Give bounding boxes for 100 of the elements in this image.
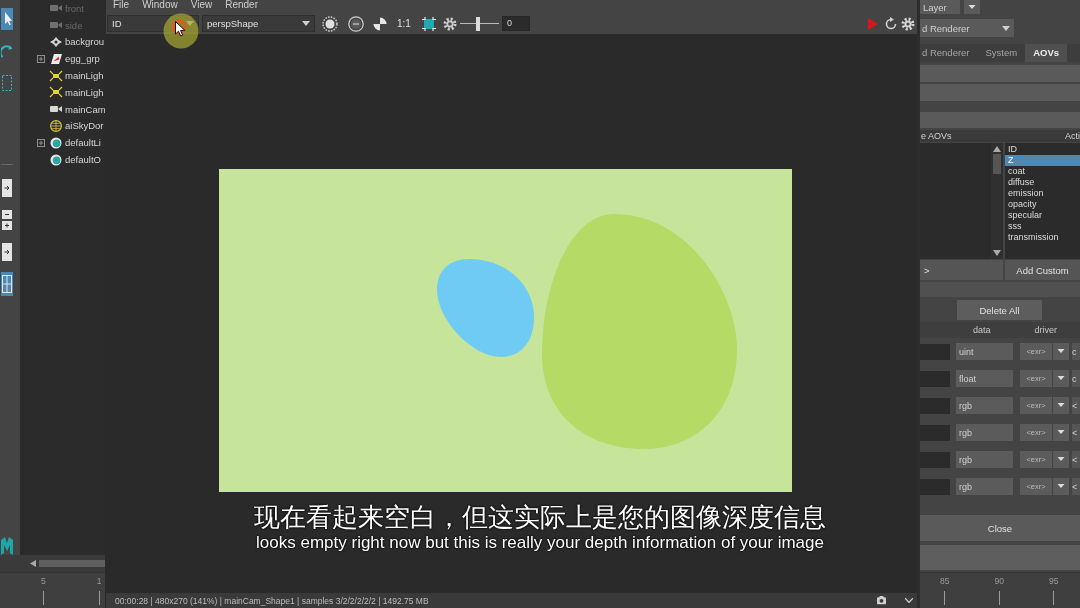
text-field[interactable] (920, 370, 950, 387)
sphere-icon (49, 136, 63, 149)
menu-item[interactable]: View (190, 0, 213, 13)
frame-number: 90 (994, 576, 1004, 587)
grid-layout-icon[interactable] (0, 272, 13, 296)
aov-list-item[interactable]: ID (1005, 144, 1080, 155)
tab[interactable]: System (977, 44, 1026, 62)
settings-icon[interactable] (901, 16, 915, 31)
caret-icon[interactable] (1002, 25, 1010, 31)
gear-icon[interactable] (442, 16, 457, 31)
scrollbar-thumb[interactable] (993, 154, 1001, 174)
column-header: Acti (1065, 130, 1080, 142)
arrow-tool-icon[interactable] (0, 8, 13, 30)
menu-item[interactable]: File (113, 0, 130, 13)
horizontal-scrollbar[interactable] (39, 560, 105, 567)
column-3-field[interactable]: < (1072, 424, 1080, 441)
frame-number: 1 (96, 576, 102, 587)
exposure-field[interactable]: 0 (501, 16, 530, 31)
caret-icon[interactable] (1053, 424, 1069, 441)
status-text: 00:00:28 | 480x270 (141%) | mainCam_Shape1 | samples 3/2/2/2/2/2 | 1492.75 MB (115, 595, 429, 606)
column-3-field[interactable]: < (1072, 451, 1080, 468)
cross-icon (49, 36, 63, 48)
camera-icon[interactable] (876, 596, 887, 605)
scroll-up-icon[interactable] (993, 146, 1001, 152)
close-button[interactable]: Close (920, 515, 1080, 541)
aov-list-item[interactable]: specular (1005, 210, 1080, 221)
logo-icon (0, 537, 13, 555)
data-field[interactable]: uint (956, 343, 1013, 360)
outliner-item[interactable]: egg_grp (20, 50, 105, 68)
tab[interactable]: d Renderer (920, 44, 978, 62)
column-3-field[interactable]: c (1072, 370, 1080, 387)
aov-list-item[interactable]: opacity (1005, 199, 1080, 210)
aov-list-item[interactable]: transmission (1005, 232, 1080, 243)
refresh-icon[interactable] (884, 16, 898, 31)
caret-icon[interactable] (1053, 343, 1069, 360)
aov-list-item[interactable]: sss (1005, 221, 1080, 232)
outliner-item[interactable]: aiSkyDor (20, 117, 105, 135)
zoom-ratio-button[interactable]: 1:1 (397, 18, 411, 29)
outliner-item[interactable]: mainLigh (20, 84, 105, 101)
add-custom-button[interactable]: Add Custom (1005, 260, 1080, 280)
caret-icon[interactable] (302, 21, 310, 26)
pane-layout-icon[interactable] (0, 240, 13, 264)
timeline[interactable]: 85 90 95 (920, 572, 1080, 608)
caret-icon[interactable] (1053, 451, 1069, 468)
light-icon (49, 69, 63, 82)
aov-list-item[interactable]: coat (1005, 166, 1080, 177)
text-field[interactable] (920, 343, 950, 360)
expand-icon[interactable] (37, 138, 45, 147)
column-3-field[interactable]: c (1072, 343, 1080, 360)
aov-list-item[interactable]: diffuse (1005, 177, 1080, 188)
checker-icon[interactable] (372, 15, 388, 32)
split-layout-icon[interactable] (0, 208, 13, 232)
exposure-slider[interactable] (459, 16, 499, 31)
caret-icon[interactable] (905, 598, 913, 603)
renderer-dropdown[interactable]: d Renderer (920, 19, 1014, 37)
data-field[interactable]: rgb (956, 478, 1013, 495)
caret-icon[interactable] (1053, 397, 1069, 414)
caret-icon[interactable] (964, 0, 980, 14)
active-aovs-list[interactable]: ID Z coat diffuse emission opacity specular sss transmission (1005, 143, 1080, 259)
scroll-down-icon[interactable] (993, 250, 1001, 256)
delete-all-button[interactable]: Delete All (957, 300, 1042, 320)
text-field[interactable] (920, 478, 950, 495)
menu-item[interactable]: Window (142, 0, 178, 13)
column-header: data (973, 325, 991, 335)
circle-icon[interactable] (348, 15, 364, 32)
caret-icon[interactable] (1053, 478, 1069, 495)
aov-list-item[interactable]: emission (1005, 188, 1080, 199)
outliner-item[interactable]: mainLigh (20, 67, 105, 84)
column-header: driver (1034, 325, 1058, 335)
dotted-ring-icon[interactable] (322, 15, 338, 32)
column-header: e AOVs (921, 130, 952, 142)
aov-list-item[interactable]: Z (1005, 155, 1080, 166)
outliner-item[interactable]: mainCam (20, 100, 105, 118)
expand-icon[interactable] (37, 54, 45, 63)
light-icon (49, 86, 63, 99)
move-right-button[interactable]: > (920, 260, 1003, 280)
outliner-item[interactable]: defaultLi (20, 134, 105, 152)
column-3-field[interactable]: < (1072, 397, 1080, 414)
dashed-box-icon[interactable] (0, 72, 13, 94)
timeline[interactable]: 5 1 (0, 572, 105, 608)
tab[interactable]: AOVs (1025, 44, 1068, 62)
outliner-item[interactable]: backgrou (20, 33, 105, 51)
data-field[interactable]: rgb (956, 451, 1013, 468)
text-field[interactable] (920, 424, 950, 441)
pane-layout-icon[interactable] (0, 176, 13, 200)
data-field[interactable]: float (956, 370, 1013, 387)
scroll-left-icon[interactable] (30, 560, 36, 567)
crop-icon[interactable] (420, 15, 437, 32)
slider-thumb[interactable] (476, 16, 481, 31)
text-field[interactable] (920, 451, 950, 468)
text-field[interactable] (920, 397, 950, 414)
outliner-item[interactable]: defaultO (20, 151, 105, 168)
camera-dropdown[interactable]: perspShape (202, 15, 315, 32)
data-field[interactable]: rgb (956, 397, 1013, 414)
layer-dropdown[interactable]: Layer (920, 0, 960, 14)
data-field[interactable]: rgb (956, 424, 1013, 441)
caret-icon[interactable] (1053, 370, 1069, 387)
frame-number: 95 (1048, 576, 1059, 587)
column-3-field[interactable]: < (1072, 478, 1080, 495)
menu-item[interactable]: Render (225, 0, 258, 13)
